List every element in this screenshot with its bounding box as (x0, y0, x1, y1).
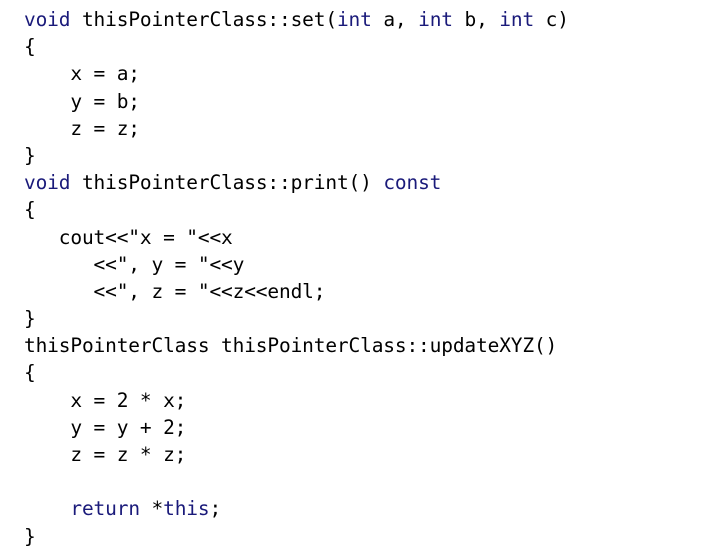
code-line: } (24, 305, 720, 332)
code-text: { (24, 361, 36, 385)
code-text: y = b; (24, 89, 140, 113)
code-text: } (24, 143, 36, 167)
code-line: } (24, 142, 720, 169)
code-line: thisPointerClass thisPointerClass::updat… (24, 332, 720, 359)
code-text: * (139, 497, 164, 521)
code-line: <<", y = "<<y (24, 251, 720, 278)
code-text: z = z * z; (24, 443, 187, 466)
code-keyword: return (70, 497, 140, 521)
code-text: thisPointerClass::set( (70, 8, 337, 31)
code-keyword: int (499, 8, 535, 31)
code-line: } (24, 523, 720, 550)
code-line: void thisPointerClass::print() const (24, 169, 720, 196)
code-text: <<", y = "<<y (24, 252, 245, 276)
code-text: thisPointerClass::print() (70, 171, 384, 195)
code-text: { (24, 198, 36, 222)
code-line: { (24, 33, 720, 60)
code-text: x = 2 * x; (24, 388, 187, 412)
code-line: return *this; (24, 495, 720, 522)
code-line: void thisPointerClass::set(int a, int b,… (24, 6, 720, 33)
code-text: thisPointerClass thisPointerClass::updat… (24, 334, 558, 358)
code-text: c) (534, 8, 569, 31)
code-text: } (24, 307, 36, 331)
code-line: <<", z = "<<z<<endl; (24, 278, 720, 305)
code-text: x = a; (24, 62, 140, 86)
code-line: cout<<"x = "<<x (24, 224, 720, 251)
code-text: z = z; (24, 116, 140, 140)
code-line: y = b; (24, 88, 720, 115)
code-line: x = 2 * x; (24, 387, 720, 414)
code-line: { (24, 196, 720, 223)
code-line: y = y + 2; (24, 414, 720, 441)
code-text: a, (371, 8, 419, 31)
code-text: cout<<"x = "<<x (24, 225, 233, 249)
code-keyword: void (24, 171, 71, 195)
code-text: <<", z = "<<z<<endl; (24, 279, 326, 303)
code-keyword: const (383, 171, 442, 195)
code-line: x = a; (24, 60, 720, 87)
code-keyword: int (336, 8, 372, 31)
code-keyword: this (163, 497, 210, 521)
code-slide: void thisPointerClass::set(int a, int b,… (0, 0, 720, 548)
code-text: b, (452, 8, 500, 31)
code-line: z = z * z; (24, 441, 720, 468)
code-text: ; (209, 497, 222, 521)
code-line: { (24, 359, 720, 386)
code-block: void thisPointerClass::set(int a, int b,… (0, 4, 720, 550)
code-keyword: int (418, 8, 453, 31)
code-text: { (24, 35, 36, 59)
code-text: } (24, 524, 36, 548)
code-text: y = y + 2; (24, 415, 187, 439)
code-keyword: void (24, 8, 71, 31)
code-line: z = z; (24, 115, 720, 142)
